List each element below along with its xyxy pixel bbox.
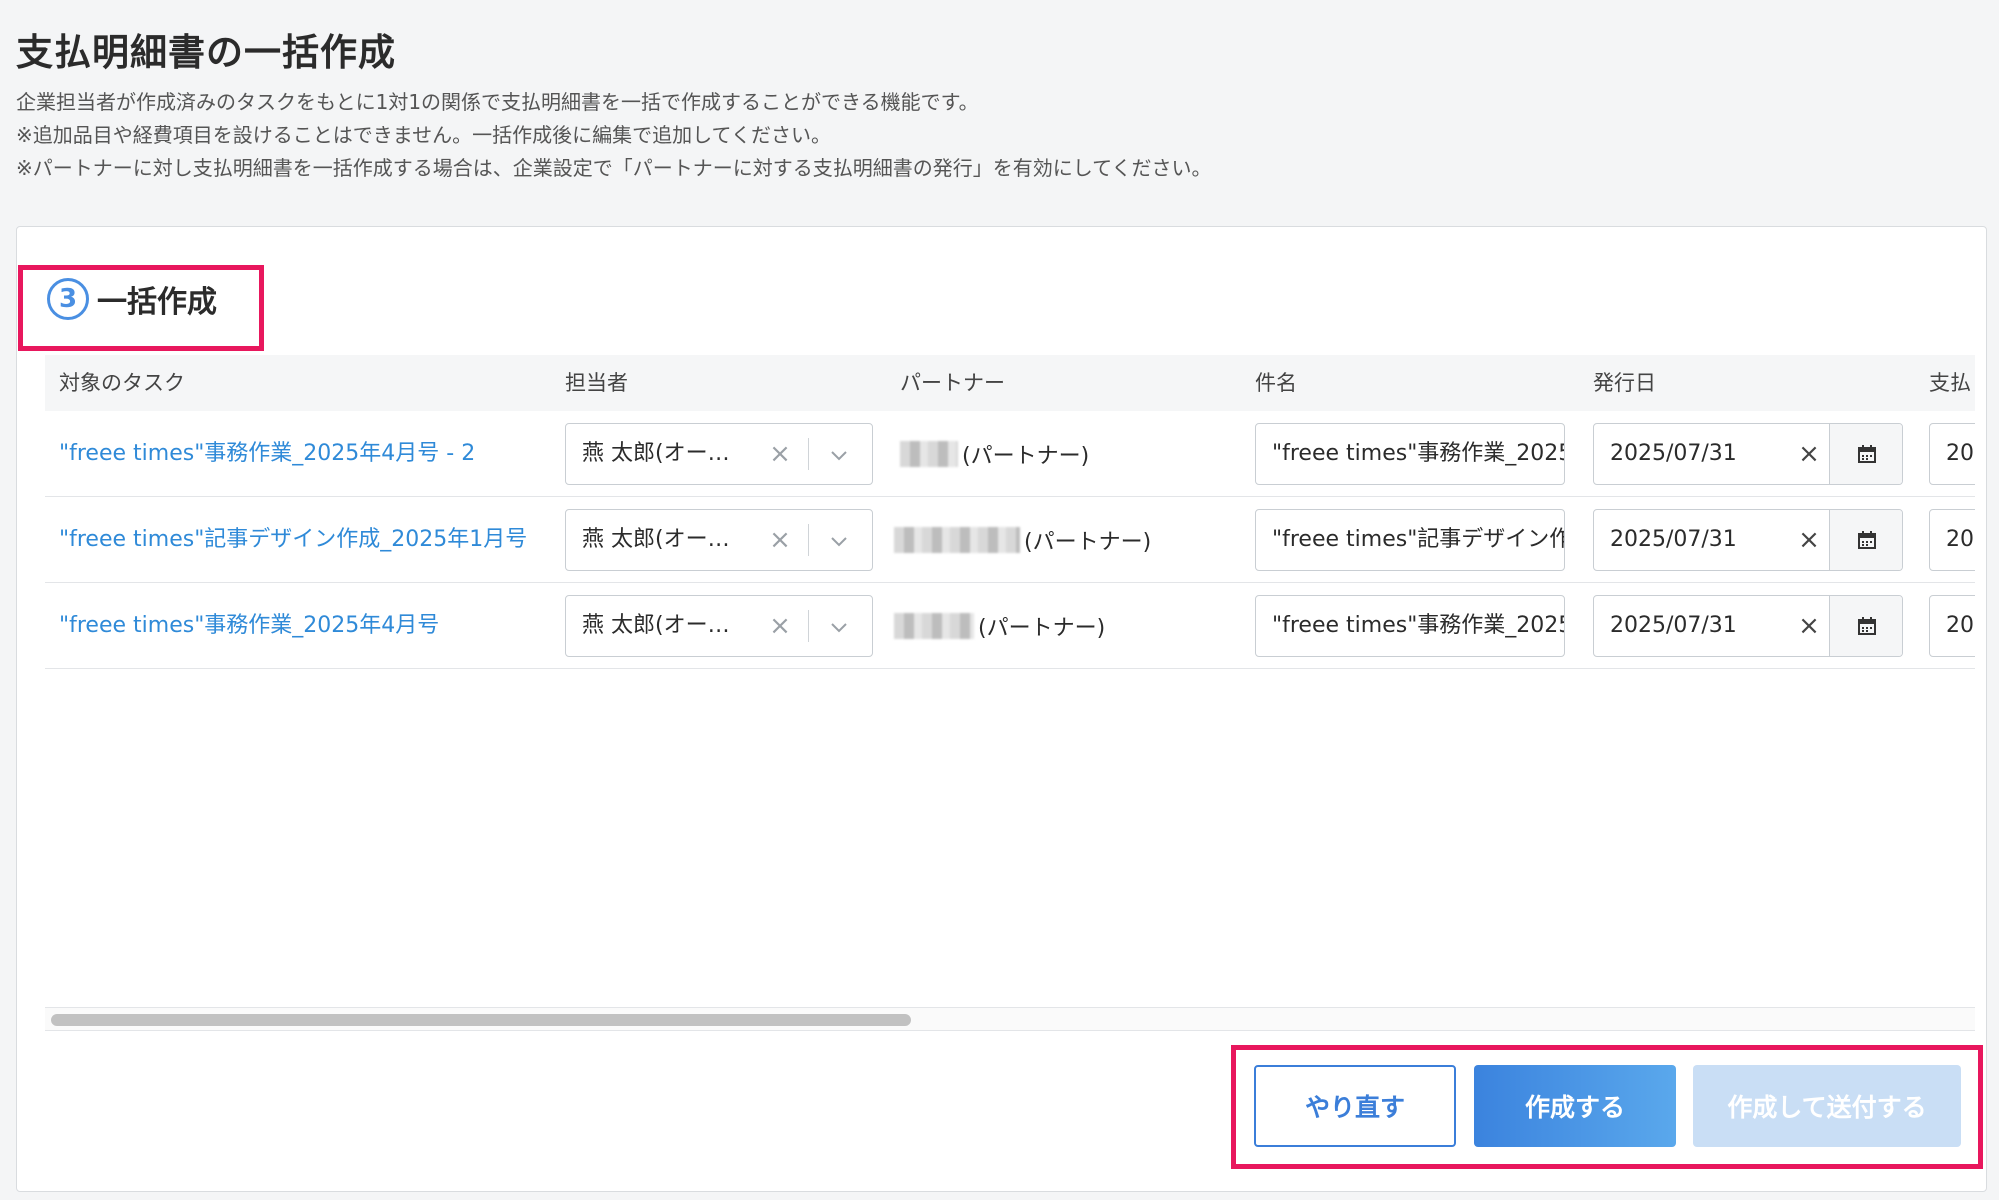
subject-input[interactable]: "freee times"事務作業_2025年4月号 - 2 [1255, 423, 1565, 485]
issue-date-value: 2025/07/31 [1610, 527, 1737, 552]
calendar-icon[interactable] [1829, 424, 1902, 484]
calendar-icon[interactable] [1829, 596, 1902, 656]
clear-icon[interactable]: × [1794, 596, 1824, 656]
partner-cell: (パートナー) [894, 583, 1105, 669]
clear-icon[interactable]: × [766, 596, 794, 656]
assignee-select[interactable]: 燕 太郎(オー… × [565, 423, 873, 485]
clear-icon[interactable]: × [1794, 510, 1824, 570]
assignee-value: 燕 太郎(オー… [582, 613, 730, 638]
page-description: 企業担当者が作成済みのタスクをもとに1対1の関係で支払明細書を一括で作成すること… [16, 86, 1212, 185]
task-link[interactable]: "freee times"事務作業_2025年4月号 - 2 [59, 411, 475, 497]
partner-cell: (パートナー) [894, 497, 1151, 583]
header-task: 対象のタスク [59, 371, 185, 395]
section-title-text: 一括作成 [97, 285, 217, 320]
task-link[interactable]: "freee times"事務作業_2025年4月号 [59, 583, 439, 669]
description-line: 企業担当者が作成済みのタスクをもとに1対1の関係で支払明細書を一括で作成すること… [16, 90, 979, 114]
table-row: "freee times"事務作業_2025年4月号 - 2 燕 太郎(オー… … [45, 411, 1975, 497]
assignee-select[interactable]: 燕 太郎(オー… × [565, 595, 873, 657]
partner-label: (パートナー) [962, 444, 1090, 469]
redo-button[interactable]: やり直す [1254, 1065, 1456, 1147]
payment-date-input[interactable]: 20 [1929, 423, 1975, 485]
section-title: 3 一括作成 [47, 277, 217, 321]
issue-date-input[interactable]: 2025/07/31 × [1593, 423, 1903, 485]
issue-date-value: 2025/07/31 [1610, 613, 1737, 638]
horizontal-scrollbar[interactable] [45, 1007, 1975, 1031]
header-payment: 支払 [1929, 371, 1971, 395]
step-number-icon: 3 [47, 278, 89, 320]
chevron-down-icon[interactable] [828, 530, 850, 552]
chevron-down-icon[interactable] [828, 444, 850, 466]
issue-date-input[interactable]: 2025/07/31 × [1593, 509, 1903, 571]
subject-input[interactable]: "freee times"記事デザイン作成_2025年1月号 [1255, 509, 1565, 571]
payment-date-input[interactable]: 20 [1929, 595, 1975, 657]
issue-date-input[interactable]: 2025/07/31 × [1593, 595, 1903, 657]
clear-icon[interactable]: × [766, 510, 794, 570]
redacted-name [894, 527, 1020, 553]
description-line: ※パートナーに対し支払明細書を一括作成する場合は、企業設定で「パートナーに対する… [16, 156, 1212, 180]
partner-label: (パートナー) [1024, 530, 1152, 555]
issue-date-value: 2025/07/31 [1610, 441, 1737, 466]
create-button[interactable]: 作成する [1474, 1065, 1676, 1147]
tasks-table: 対象のタスク 担当者 パートナー 件名 発行日 支払 "freee times"… [45, 355, 1975, 1015]
header-issue-date: 発行日 [1593, 371, 1656, 395]
assignee-value: 燕 太郎(オー… [582, 441, 730, 466]
clear-icon[interactable]: × [1794, 424, 1824, 484]
create-and-send-button: 作成して送付する [1693, 1065, 1961, 1147]
chevron-down-icon[interactable] [828, 616, 850, 638]
divider [808, 610, 809, 642]
partner-label: (パートナー) [978, 616, 1106, 641]
calendar-icon[interactable] [1829, 510, 1902, 570]
table-row: "freee times"記事デザイン作成_2025年1月号 燕 太郎(オー… … [45, 497, 1975, 583]
page-title: 支払明細書の一括作成 [16, 31, 396, 74]
payment-date-input[interactable]: 20 [1929, 509, 1975, 571]
redacted-name [894, 613, 974, 639]
redacted-name [900, 441, 958, 467]
table-header: 対象のタスク 担当者 パートナー 件名 発行日 支払 [45, 355, 1975, 411]
assignee-select[interactable]: 燕 太郎(オー… × [565, 509, 873, 571]
assignee-value: 燕 太郎(オー… [582, 527, 730, 552]
header-partner: パートナー [900, 371, 1005, 395]
divider [808, 438, 809, 470]
bulk-create-card: 3 一括作成 対象のタスク 担当者 パートナー 件名 発行日 支払 "freee… [16, 226, 1987, 1192]
subject-input[interactable]: "freee times"事務作業_2025年4月号 [1255, 595, 1565, 657]
header-subject: 件名 [1255, 371, 1297, 395]
scrollbar-thumb[interactable] [51, 1014, 911, 1026]
task-link[interactable]: "freee times"記事デザイン作成_2025年1月号 [59, 497, 527, 583]
description-line: ※追加品目や経費項目を設けることはできません。一括作成後に編集で追加してください… [16, 123, 831, 147]
divider [808, 524, 809, 556]
clear-icon[interactable]: × [766, 424, 794, 484]
partner-cell: (パートナー) [900, 411, 1089, 497]
header-assignee: 担当者 [565, 371, 628, 395]
table-row: "freee times"事務作業_2025年4月号 燕 太郎(オー… × (パ… [45, 583, 1975, 669]
